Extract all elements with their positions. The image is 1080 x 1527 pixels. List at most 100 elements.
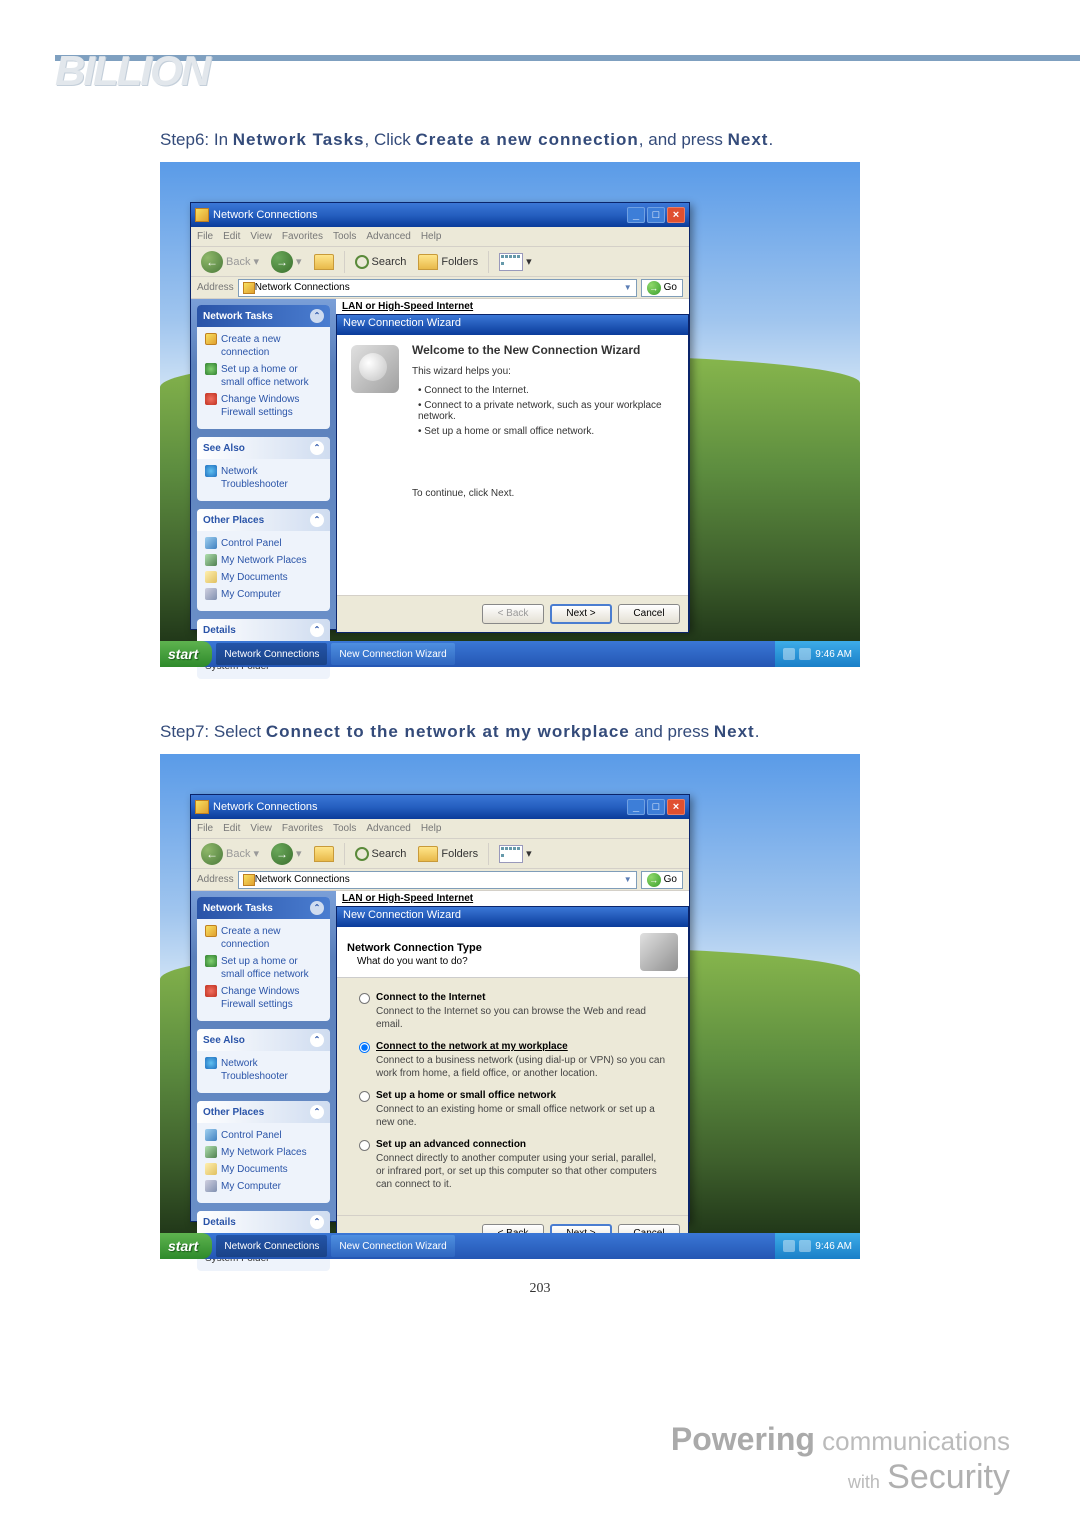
start-button[interactable]: start: [160, 641, 212, 667]
maximize-button[interactable]: □: [647, 207, 665, 223]
link-my-computer[interactable]: My Computer: [205, 1180, 322, 1193]
wizard-titlebar[interactable]: New Connection Wizard: [337, 907, 688, 927]
link-control-panel[interactable]: Control Panel: [205, 537, 322, 550]
link-my-computer[interactable]: My Computer: [205, 588, 322, 601]
link-my-network-places[interactable]: My Network Places: [205, 1146, 322, 1159]
menu-tools[interactable]: Tools: [333, 823, 356, 834]
minimize-button[interactable]: _: [627, 207, 645, 223]
option-advanced[interactable]: Set up an advanced connection Connect di…: [359, 1139, 666, 1191]
link-my-documents[interactable]: My Documents: [205, 571, 322, 584]
network-tasks-header[interactable]: Network Tasks⌃: [197, 305, 330, 327]
forward-button[interactable]: → ▾: [267, 249, 306, 275]
menu-tools[interactable]: Tools: [333, 231, 356, 242]
link-create-new-connection[interactable]: Create a new connection: [205, 333, 322, 359]
wizard-titlebar[interactable]: New Connection Wizard: [337, 315, 688, 335]
back-button[interactable]: ←Back ▾: [197, 841, 263, 867]
collapse-icon: ⌃: [310, 309, 324, 323]
search-button[interactable]: Search: [351, 845, 411, 863]
option-home-network[interactable]: Set up a home or small office network Co…: [359, 1090, 666, 1129]
wizard-continue: To continue, click Next.: [412, 487, 674, 501]
side-panel: Network Tasks⌃ Create a new connection S…: [191, 299, 336, 629]
menu-edit[interactable]: Edit: [223, 231, 240, 242]
link-setup-home-network[interactable]: Set up a home or small office network: [205, 955, 322, 981]
wizard-cancel-button[interactable]: Cancel: [618, 604, 680, 624]
address-field[interactable]: Network Connections ▼: [238, 871, 637, 889]
start-button[interactable]: start: [160, 1233, 212, 1259]
radio-workplace[interactable]: [359, 1042, 370, 1053]
taskbar-tab-new-connection-wizard[interactable]: New Connection Wizard: [331, 1235, 454, 1257]
menu-favorites[interactable]: Favorites: [282, 823, 323, 834]
menu-advanced[interactable]: Advanced: [366, 823, 410, 834]
back-icon: ←: [201, 251, 223, 273]
menu-file[interactable]: File: [197, 231, 213, 242]
menu-file[interactable]: File: [197, 823, 213, 834]
up-button[interactable]: [310, 844, 338, 864]
menu-favorites[interactable]: Favorites: [282, 231, 323, 242]
go-button[interactable]: →Go: [641, 871, 683, 889]
address-field[interactable]: Network Connections ▼: [238, 279, 637, 297]
link-control-panel[interactable]: Control Panel: [205, 1129, 322, 1142]
link-setup-home-network[interactable]: Set up a home or small office network: [205, 363, 322, 389]
link-troubleshooter[interactable]: Network Troubleshooter: [205, 465, 322, 491]
link-create-new-connection[interactable]: Create a new connection: [205, 925, 322, 951]
views-button[interactable]: ▾: [495, 843, 536, 865]
category-link[interactable]: LAN or High-Speed Internet: [342, 893, 473, 904]
radio-advanced[interactable]: [359, 1140, 370, 1151]
maximize-button[interactable]: □: [647, 799, 665, 815]
address-dropdown-icon[interactable]: ▼: [624, 875, 632, 884]
screenshot-step7: Network Connections _ □ × File Edit View…: [160, 754, 860, 1259]
back-button[interactable]: ←Back ▾: [197, 249, 263, 275]
option-connect-internet[interactable]: Connect to the Internet Connect to the I…: [359, 992, 666, 1031]
go-icon: →: [647, 873, 661, 887]
link-fw-label: Change Windows Firewall settings: [221, 393, 322, 419]
folders-button[interactable]: Folders: [414, 252, 482, 272]
tray-icon: [783, 1240, 795, 1252]
other-places-header[interactable]: Other Places⌃: [197, 1101, 330, 1123]
taskbar-tab-new-connection-wizard[interactable]: New Connection Wizard: [331, 643, 454, 665]
go-button[interactable]: →Go: [641, 279, 683, 297]
minimize-button[interactable]: _: [627, 799, 645, 815]
link-my-documents[interactable]: My Documents: [205, 1163, 322, 1176]
menu-edit[interactable]: Edit: [223, 823, 240, 834]
see-also-body: Network Troubleshooter: [197, 1051, 330, 1093]
link-firewall-settings[interactable]: Change Windows Firewall settings: [205, 393, 322, 419]
other-places-header[interactable]: Other Places⌃: [197, 509, 330, 531]
wizard-next-button[interactable]: Next >: [550, 604, 612, 624]
option-connect-workplace[interactable]: Connect to the network at my workplace C…: [359, 1041, 666, 1080]
close-button[interactable]: ×: [667, 207, 685, 223]
network-tasks-header[interactable]: Network Tasks⌃: [197, 897, 330, 919]
forward-button[interactable]: → ▾: [267, 841, 306, 867]
views-button[interactable]: ▾: [495, 251, 536, 273]
taskbar-tab-network-connections[interactable]: Network Connections: [216, 643, 327, 665]
see-also-header[interactable]: See Also⌃: [197, 1029, 330, 1051]
menu-view[interactable]: View: [250, 823, 272, 834]
footer-with: with: [848, 1472, 880, 1492]
radio-internet[interactable]: [359, 993, 370, 1004]
link-troubleshooter[interactable]: Network Troubleshooter: [205, 1057, 322, 1083]
group-other-places: Other Places⌃ Control Panel My Network P…: [197, 509, 330, 611]
menu-help[interactable]: Help: [421, 823, 442, 834]
close-button[interactable]: ×: [667, 799, 685, 815]
taskbar-tab-network-connections[interactable]: Network Connections: [216, 1235, 327, 1257]
address-dropdown-icon[interactable]: ▼: [624, 283, 632, 292]
step6-caption: Step6: In Network Tasks, Click Create a …: [160, 130, 1010, 150]
menu-help[interactable]: Help: [421, 231, 442, 242]
link-firewall-settings[interactable]: Change Windows Firewall settings: [205, 985, 322, 1011]
system-tray[interactable]: 9:46 AM: [775, 1233, 860, 1259]
menu-view[interactable]: View: [250, 231, 272, 242]
details-header[interactable]: Details⌃: [197, 619, 330, 641]
category-link[interactable]: LAN or High-Speed Internet: [342, 301, 473, 312]
search-button[interactable]: Search: [351, 253, 411, 271]
see-also-header[interactable]: See Also⌃: [197, 437, 330, 459]
titlebar[interactable]: Network Connections _ □ ×: [191, 795, 689, 819]
folders-button[interactable]: Folders: [414, 844, 482, 864]
menu-advanced[interactable]: Advanced: [366, 231, 410, 242]
radio-home-net[interactable]: [359, 1091, 370, 1102]
details-header[interactable]: Details⌃: [197, 1211, 330, 1233]
system-tray[interactable]: 9:46 AM: [775, 641, 860, 667]
link-my-network-places[interactable]: My Network Places: [205, 554, 322, 567]
wizard-footer: < Back Next > Cancel: [337, 595, 688, 632]
folders-label: Folders: [441, 256, 478, 268]
up-button[interactable]: [310, 252, 338, 272]
titlebar[interactable]: Network Connections _ □ ×: [191, 203, 689, 227]
